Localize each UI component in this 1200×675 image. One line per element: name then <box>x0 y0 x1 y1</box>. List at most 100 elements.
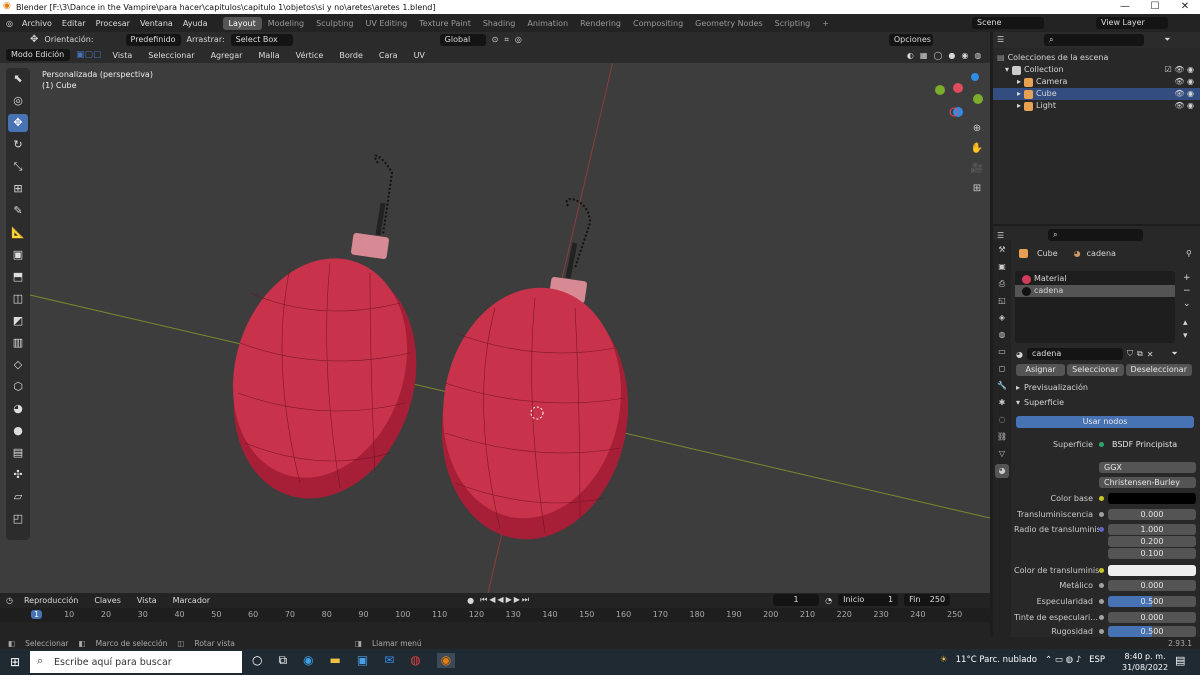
language-indicator[interactable]: ESP <box>1089 655 1105 665</box>
add-cube-tool-icon[interactable]: ▣ <box>8 246 28 264</box>
add-workspace-icon[interactable]: + <box>816 17 835 30</box>
shading-solid-icon[interactable]: ● <box>948 51 955 60</box>
clock[interactable]: 8:40 p. m. 31/08/2022 <box>1122 651 1168 673</box>
material-slot-list[interactable]: Material cadena <box>1015 271 1175 343</box>
orientation-dropdown[interactable]: Predefinido <box>125 33 181 46</box>
chrome-icon[interactable]: ◍ <box>410 653 420 668</box>
tab-scripting[interactable]: Scripting <box>769 17 817 30</box>
constraints-tab-icon[interactable]: ⛓ <box>995 430 1009 444</box>
start-frame-field[interactable]: Inicio 1 <box>838 594 899 606</box>
grid-view-icon[interactable]: ⊞ <box>970 182 984 196</box>
properties-search-input[interactable]: ⌕ <box>1048 229 1144 241</box>
proportional-edit-icon[interactable]: ◎ <box>515 35 522 44</box>
distribution-dropdown[interactable]: GGX <box>1099 462 1196 473</box>
timeline-editor-type-icon[interactable]: ◷ <box>6 596 13 605</box>
properties-type-icon[interactable]: ☰ <box>997 231 1004 240</box>
frame-ruler[interactable]: 1 10 20 30 40 50 60 70 80 90 100 110 120 130 140 150 160… <box>0 608 990 622</box>
menu-reproduccion[interactable]: Reproducción <box>19 596 83 605</box>
material-slot-item[interactable]: cadena <box>1015 285 1175 297</box>
collection-visibility-icons[interactable]: ☑ 👁 ◉ <box>1165 64 1194 76</box>
collection-tab-icon[interactable]: ▭ <box>995 345 1009 359</box>
outliner-item-cube[interactable]: ▸ Cube 👁 ◉ <box>993 88 1200 100</box>
outliner-type-icon[interactable]: ☰ <box>997 34 1004 46</box>
duplicate-material-icon[interactable]: ⧉ <box>1137 349 1143 359</box>
knife-tool-icon[interactable]: ◇ <box>8 356 28 374</box>
tray-icons[interactable]: ⌃ ▭ ◍ ♪ <box>1045 655 1081 665</box>
edge-slide-tool-icon[interactable]: ▤ <box>8 444 28 462</box>
tab-animation[interactable]: Animation <box>521 17 574 30</box>
modifier-tab-icon[interactable]: 🔧 <box>995 379 1009 393</box>
menu-editar[interactable]: Editar <box>57 19 91 28</box>
snap-icon[interactable]: ⌗ <box>504 35 509 45</box>
move-tool-icon[interactable]: ✥ <box>8 114 28 132</box>
store-icon[interactable]: ▣ <box>357 653 368 668</box>
taskbar-search[interactable]: ⌕ Escribe aquí para buscar <box>30 651 242 673</box>
move-down-icon[interactable]: ▾ <box>1183 330 1191 343</box>
weather-icon[interactable]: ☀ <box>940 655 948 665</box>
edge-icon[interactable]: ◉ <box>303 653 313 668</box>
subsurface-method-dropdown[interactable]: Christensen-Burley <box>1099 477 1196 488</box>
subsurface-color-swatch[interactable] <box>1108 565 1196 576</box>
end-frame-field[interactable]: Fin 250 <box>904 594 951 606</box>
specular-tint-value[interactable]: 0.000 <box>1108 612 1196 623</box>
fake-user-icon[interactable]: ⛉ <box>1127 349 1133 359</box>
specular-slider[interactable]: 0.500 <box>1108 596 1196 607</box>
xray-icon[interactable]: ▦ <box>920 51 928 60</box>
surface-shader-value[interactable]: BSDF Principista <box>1108 439 1196 450</box>
browse-material-icon[interactable]: ◕ <box>1016 350 1023 359</box>
annotate-tool-icon[interactable]: ✎ <box>8 202 28 220</box>
menu-seleccionar[interactable]: Seleccionar <box>143 51 199 60</box>
tab-geometry-nodes[interactable]: Geometry Nodes <box>689 17 768 30</box>
select-tool-icon[interactable]: ⬉ <box>8 70 28 88</box>
poly-build-tool-icon[interactable]: ⬡ <box>8 378 28 396</box>
menu-uv[interactable]: UV <box>409 51 430 60</box>
minimize-button[interactable]: — <box>1110 0 1140 14</box>
surface-panel-header[interactable]: ▾ Superficie <box>1016 398 1064 407</box>
tab-compositing[interactable]: Compositing <box>627 17 689 30</box>
scene-selector[interactable]: Scene <box>972 17 1044 29</box>
tab-shading[interactable]: Shading <box>477 17 522 30</box>
subsurface-value[interactable]: 0.000 <box>1108 509 1196 520</box>
move-up-icon[interactable]: ▴ <box>1183 317 1191 330</box>
record-icon[interactable]: ● <box>467 596 474 605</box>
outliner-root[interactable]: ▤ Colecciones de la escena <box>993 52 1200 64</box>
object-tab-icon[interactable]: ◻ <box>995 362 1009 376</box>
visibility-icons[interactable]: 👁 ◉ <box>1174 88 1194 100</box>
select-mode-icons[interactable]: ▣▢▢ <box>76 50 102 60</box>
drag-dropdown[interactable]: Select Box <box>230 33 293 46</box>
link-icon[interactable]: ⏷ <box>1171 349 1177 359</box>
shading-rendered-icon[interactable]: ◍ <box>974 51 981 60</box>
mail-icon[interactable]: ✉ <box>384 653 394 668</box>
add-slot-icon[interactable]: + <box>1183 272 1191 285</box>
menu-ventana[interactable]: Ventana <box>135 19 178 28</box>
cursor-tool-icon[interactable]: ◎ <box>8 92 28 110</box>
material-name-field[interactable]: cadena <box>1026 348 1123 360</box>
subsurface-radius-y[interactable]: 0.200 <box>1108 536 1196 547</box>
menu-marcador[interactable]: Marcador <box>168 596 215 605</box>
weather-text[interactable]: 11°C Parc. nublado <box>956 655 1037 665</box>
menu-agregar[interactable]: Agregar <box>206 51 248 60</box>
transform-orientation-dropdown[interactable]: Global <box>439 33 486 46</box>
tab-uv-editing[interactable]: UV Editing <box>359 17 413 30</box>
material-slot-item[interactable]: Material <box>1015 273 1175 285</box>
unlink-material-icon[interactable]: ✕ <box>1147 350 1154 359</box>
menu-malla[interactable]: Malla <box>253 51 284 60</box>
inset-tool-icon[interactable]: ◫ <box>8 290 28 308</box>
tab-sculpting[interactable]: Sculpting <box>310 17 359 30</box>
menu-archivo[interactable]: Archivo <box>17 19 57 28</box>
metallic-value[interactable]: 0.000 <box>1108 580 1196 591</box>
menu-claves[interactable]: Claves <box>89 596 126 605</box>
mode-dropdown[interactable]: Modo Edición <box>6 49 70 61</box>
base-color-swatch[interactable] <box>1108 493 1196 504</box>
filter-icon[interactable]: ⏷ <box>1164 34 1170 46</box>
slot-menu-icon[interactable]: ⌄ <box>1183 298 1191 311</box>
visibility-icons[interactable]: 👁 ◉ <box>1174 100 1194 112</box>
use-nodes-button[interactable]: Usar nodos <box>1016 416 1194 428</box>
outliner-item-camera[interactable]: ▸ Camera 👁 ◉ <box>993 76 1200 88</box>
data-tab-icon[interactable]: ▽ <box>995 447 1009 461</box>
rotate-tool-icon[interactable]: ↻ <box>8 136 28 154</box>
tab-texture-paint[interactable]: Texture Paint <box>413 17 477 30</box>
render-tab-icon[interactable]: ▣ <box>995 260 1009 274</box>
material-tab-icon[interactable]: ◕ <box>995 464 1009 478</box>
cortana-icon[interactable]: ○ <box>252 653 262 668</box>
